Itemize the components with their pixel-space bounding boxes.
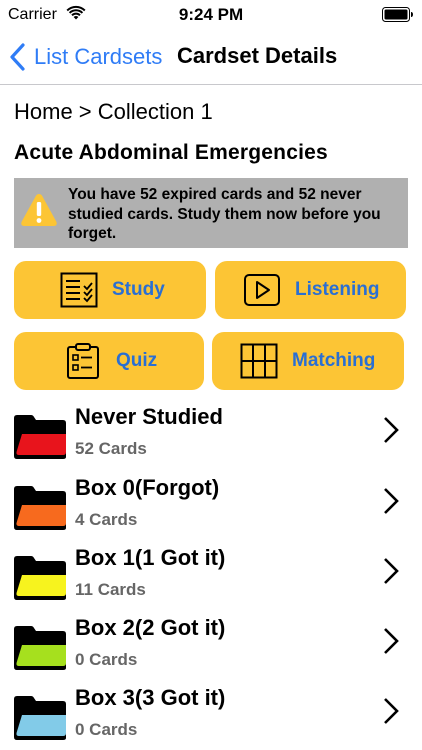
quiz-button-label: Quiz <box>116 350 158 371</box>
box-title: Box 2(2 Got it) <box>75 615 226 640</box>
folder-fill <box>16 575 66 596</box>
folder-fill <box>16 715 66 736</box>
study-button-label: Study <box>112 279 165 300</box>
box-row-box-0[interactable]: Box 0(Forgot) 4 Cards <box>0 475 422 545</box>
box-row-box-2[interactable]: Box 2(2 Got it) 0 Cards <box>0 615 422 685</box>
back-button-label: List Cardsets <box>34 44 163 69</box>
matching-button-label: Matching <box>292 350 376 371</box>
battery-icon <box>382 7 413 22</box>
folder-icon <box>14 556 66 600</box>
chevron-right-icon <box>384 417 399 443</box>
grid-icon <box>240 343 278 379</box>
cardset-title: Acute Abdominal Emergencies <box>14 141 328 164</box>
back-button[interactable]: List Cardsets <box>8 40 162 74</box>
breadcrumb: Home > Collection 1 <box>14 99 213 124</box>
folder-icon <box>14 486 66 530</box>
listening-button[interactable]: Listening <box>215 261 406 319</box>
box-card-count: 11 Cards <box>75 580 146 599</box>
listening-button-label: Listening <box>295 279 380 300</box>
box-card-count: 0 Cards <box>75 720 138 739</box>
matching-button[interactable]: Matching <box>212 332 404 390</box>
box-row-box-3[interactable]: Box 3(3 Got it) 0 Cards <box>0 685 422 750</box>
box-row-box-1[interactable]: Box 1(1 Got it) 11 Cards <box>0 545 422 615</box>
chevron-left-icon <box>10 43 25 71</box>
box-title: Box 0(Forgot) <box>75 475 220 500</box>
box-card-count: 4 Cards <box>75 510 138 529</box>
chevron-right-icon <box>384 698 399 724</box>
status-bar: Carrier 9:24 PM <box>0 0 422 30</box>
chevron-right-icon <box>384 488 399 514</box>
warning-message: You have 52 expired cards and 52 never s… <box>68 186 381 242</box>
box-title: Box 1(1 Got it) <box>75 545 226 570</box>
status-time: 9:24 PM <box>178 5 244 24</box>
box-title: Never Studied <box>75 404 223 429</box>
navigation-bar: List Cardsets Cardset Details <box>0 30 422 85</box>
folder-fill <box>16 434 66 455</box>
box-card-count: 0 Cards <box>75 650 138 669</box>
chevron-right-icon <box>384 628 399 654</box>
box-row-never-studied[interactable]: Never Studied 52 Cards <box>0 404 422 474</box>
folder-icon <box>14 415 66 459</box>
box-card-count: 52 Cards <box>75 439 147 458</box>
box-title: Box 3(3 Got it) <box>75 685 226 710</box>
folder-icon <box>14 696 66 740</box>
quiz-button[interactable]: Quiz <box>14 332 204 390</box>
page-title: Cardset Details <box>177 43 338 68</box>
folder-icon <box>14 626 66 670</box>
clipboard-icon <box>67 343 99 379</box>
folder-fill <box>16 645 66 666</box>
checklist-icon <box>60 272 98 308</box>
study-button[interactable]: Study <box>14 261 206 319</box>
warning-icon <box>21 194 57 226</box>
folder-fill <box>16 505 66 526</box>
play-icon <box>244 274 280 306</box>
chevron-right-icon <box>384 558 399 584</box>
expired-cards-warning: You have 52 expired cards and 52 never s… <box>14 178 408 248</box>
